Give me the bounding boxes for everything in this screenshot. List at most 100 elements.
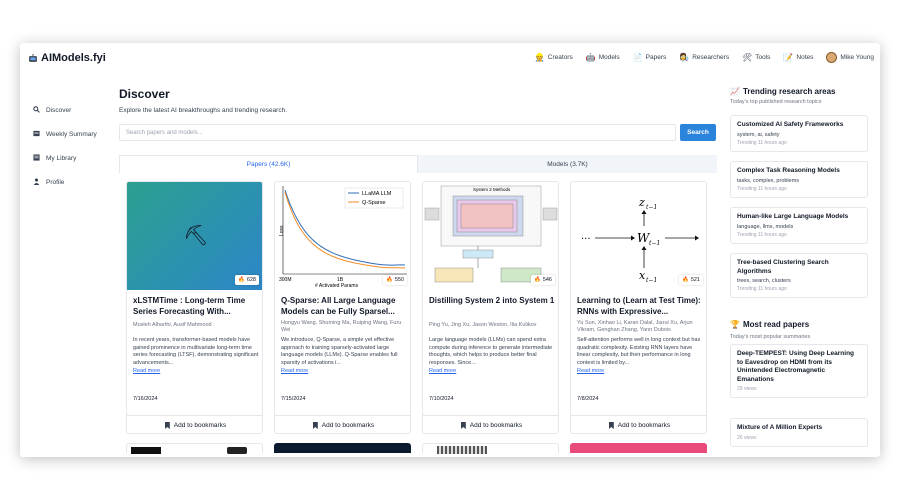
paper-card-next[interactable] <box>126 443 263 454</box>
paper-title[interactable]: Distilling System 2 into System 1 <box>429 296 555 317</box>
math-x-sub: t−1 <box>646 277 657 284</box>
paper-abstract: In recent years, transformer-based model… <box>133 337 259 366</box>
paper-authors: Hongyu Wang, Shuming Ma, Ruiping Wang, F… <box>281 320 402 333</box>
paper-authors: Ping Yu, Jing Xu, Jason Weston, Ilia Kul… <box>429 322 537 328</box>
tools-icon: 🛠 <box>742 53 753 62</box>
hammer-icon: ⛏ <box>183 225 209 247</box>
most-read-item-title: Mixture of A Million Experts <box>737 424 823 431</box>
trending-title-text: Trending research areas <box>742 87 836 96</box>
paper-title[interactable]: Learning to (Learn at Test Time): RNNs w… <box>577 296 703 317</box>
sidebar-item-profile[interactable]: Profile <box>32 170 112 194</box>
x-axis-label: # Activated Params <box>315 283 359 289</box>
paper-thumbnail: ⛏ 🔥 628 <box>127 182 262 290</box>
paper-card[interactable]: System 2 Methods 🔥 546 Distilling System… <box>422 181 559 434</box>
most-read-item-meta: 29 views <box>737 386 757 392</box>
sidebar-item-label: Discover <box>46 106 72 114</box>
trending-item[interactable]: Human-like Large Language Models languag… <box>730 207 868 244</box>
paper-title[interactable]: Q-Sparse: All Large Language Models can … <box>281 296 407 317</box>
add-to-bookmarks-button[interactable]: Add to bookmarks <box>127 415 262 433</box>
construction-worker-icon: 👷 <box>534 53 545 62</box>
diagram-label: System 2 Methods <box>473 187 511 192</box>
bookmark-icon <box>460 422 466 429</box>
most-read-title: 🏆 Most read papers <box>730 320 809 329</box>
brand-name: AIModels.fyi <box>41 52 106 64</box>
fire-icon: 🔥 <box>385 277 393 283</box>
paper-card[interactable]: z t−1 W t−1 x t−1 ··· 🔥 521 Learning to … <box>570 181 707 434</box>
scientist-icon: 👩‍🔬 <box>679 53 690 62</box>
legend-llama: LLaMA LLM <box>362 191 392 197</box>
sidebar-item-weekly-summary[interactable]: Weekly Summary <box>32 122 112 146</box>
math-z-sub: t−1 <box>646 204 657 211</box>
paper-thumbnail: System 2 Methods 🔥 546 <box>423 182 558 290</box>
trending-item-title: Human-like Large Language Models <box>737 213 849 220</box>
math-x: x <box>639 269 646 282</box>
trending-item-title: Customized AI Safety Frameworks <box>737 121 844 128</box>
nav-researchers[interactable]: 👩‍🔬 Researchers <box>679 53 729 62</box>
sidebar-item-discover[interactable]: Discover <box>32 98 112 122</box>
paper-thumbnail: z t−1 W t−1 x t−1 ··· 🔥 521 <box>571 182 706 290</box>
brand-link[interactable]: AIModels.fyi <box>28 52 106 64</box>
sidebar-item-label: Weekly Summary <box>46 130 97 138</box>
tab-models[interactable]: Models (3.7K) <box>418 155 717 173</box>
add-to-bookmarks-button[interactable]: Add to bookmarks <box>423 415 558 433</box>
view-count: 550 <box>394 277 404 283</box>
trophy-icon: 🏆 <box>730 320 740 329</box>
nav-models[interactable]: 🤖 Models <box>586 53 620 62</box>
nav-label: Creators <box>547 54 573 61</box>
add-to-bookmarks-button[interactable]: Add to bookmarks <box>275 415 410 433</box>
nav-notes[interactable]: 📝 Notes <box>783 53 813 62</box>
trending-item[interactable]: Customized AI Safety Frameworks system, … <box>730 115 868 152</box>
sidebar-item-my-library[interactable]: My Library <box>32 146 112 170</box>
trending-item-keywords: trees, search, clusters <box>737 278 791 284</box>
main-content: Discover Explore the latest AI breakthro… <box>119 87 717 454</box>
paper-date: 7/16/2024 <box>133 396 158 402</box>
calendar-icon <box>32 130 40 139</box>
most-read-item-title: Deep-TEMPEST: Using Deep Learning to Eav… <box>737 350 855 383</box>
fire-icon: 🔥 <box>237 277 245 283</box>
nav-label: Researchers <box>692 54 730 61</box>
bookmark-label: Add to bookmarks <box>173 422 227 429</box>
paper-thumbnail: LLaMA LLM Q-Sparse Loss 300M 1B 7B # Act… <box>275 182 410 290</box>
bookmark-icon <box>312 422 318 429</box>
nav-creators[interactable]: 👷 Creators <box>535 53 573 62</box>
view-count-badge: 🔥 550 <box>382 275 407 285</box>
paper-title[interactable]: xLSTMTime : Long-term Time Series Foreca… <box>133 296 259 317</box>
paper-abstract: Self-attention performs well in long con… <box>577 337 701 366</box>
y-axis-label: Loss <box>279 225 285 236</box>
read-more-link[interactable]: Read more <box>281 368 308 374</box>
trending-item[interactable]: Tree-based Clustering Search Algorithms … <box>730 253 868 298</box>
page-title: Discover <box>119 87 170 101</box>
read-more-link[interactable]: Read more <box>429 368 456 374</box>
user-menu[interactable]: Mike Young <box>826 52 874 63</box>
nav-papers[interactable]: 📄 Papers <box>633 53 667 62</box>
trending-title: 📈 Trending research areas <box>730 87 870 96</box>
sidebar: Discover Weekly Summary My Library Profi… <box>32 98 112 194</box>
paper-card-next[interactable] <box>422 443 559 454</box>
trending-item-meta: Trending 11 hours ago <box>737 231 787 238</box>
sidebar-item-label: My Library <box>46 154 77 162</box>
robot-logo-icon <box>29 54 37 62</box>
nav-tools[interactable]: 🛠 Tools <box>742 53 770 62</box>
paper-date: 7/15/2024 <box>281 396 306 402</box>
math-z: z <box>638 196 645 209</box>
read-more-link[interactable]: Read more <box>577 368 604 374</box>
paper-card-next[interactable] <box>274 443 411 453</box>
most-read-item[interactable]: Deep-TEMPEST: Using Deep Learning to Eav… <box>730 344 868 398</box>
most-read-item[interactable]: Mixture of A Million Experts 26 views <box>730 418 868 447</box>
bookmark-label: Add to bookmarks <box>321 422 375 429</box>
trending-subtitle: Today's top published research topics <box>730 99 822 105</box>
search-button[interactable]: Search <box>680 124 716 141</box>
system-diagram-figure: System 2 Methods <box>424 185 558 283</box>
paper-card[interactable]: ⛏ 🔥 628 xLSTMTime : Long-term Time Series… <box>126 181 263 434</box>
paper-card[interactable]: LLaMA LLM Q-Sparse Loss 300M 1B 7B # Act… <box>274 181 411 434</box>
tab-papers[interactable]: Papers (42.6K) <box>119 155 418 173</box>
paper-date: 7/8/2024 <box>577 396 599 402</box>
trending-item[interactable]: Complex Task Reasoning Models tasks, com… <box>730 161 868 198</box>
loss-curve-figure: LLaMA LLM Q-Sparse Loss 300M 1B 7B # Act… <box>279 186 407 289</box>
most-read-subtitle: Today's most popular summaries <box>730 334 811 340</box>
read-more-link[interactable]: Read more <box>133 368 160 374</box>
paper-card-next[interactable] <box>570 443 707 453</box>
add-to-bookmarks-button[interactable]: Add to bookmarks <box>571 415 706 433</box>
user-name: Mike Young <box>840 54 874 61</box>
search-input[interactable]: Search papers and models... <box>119 124 676 141</box>
